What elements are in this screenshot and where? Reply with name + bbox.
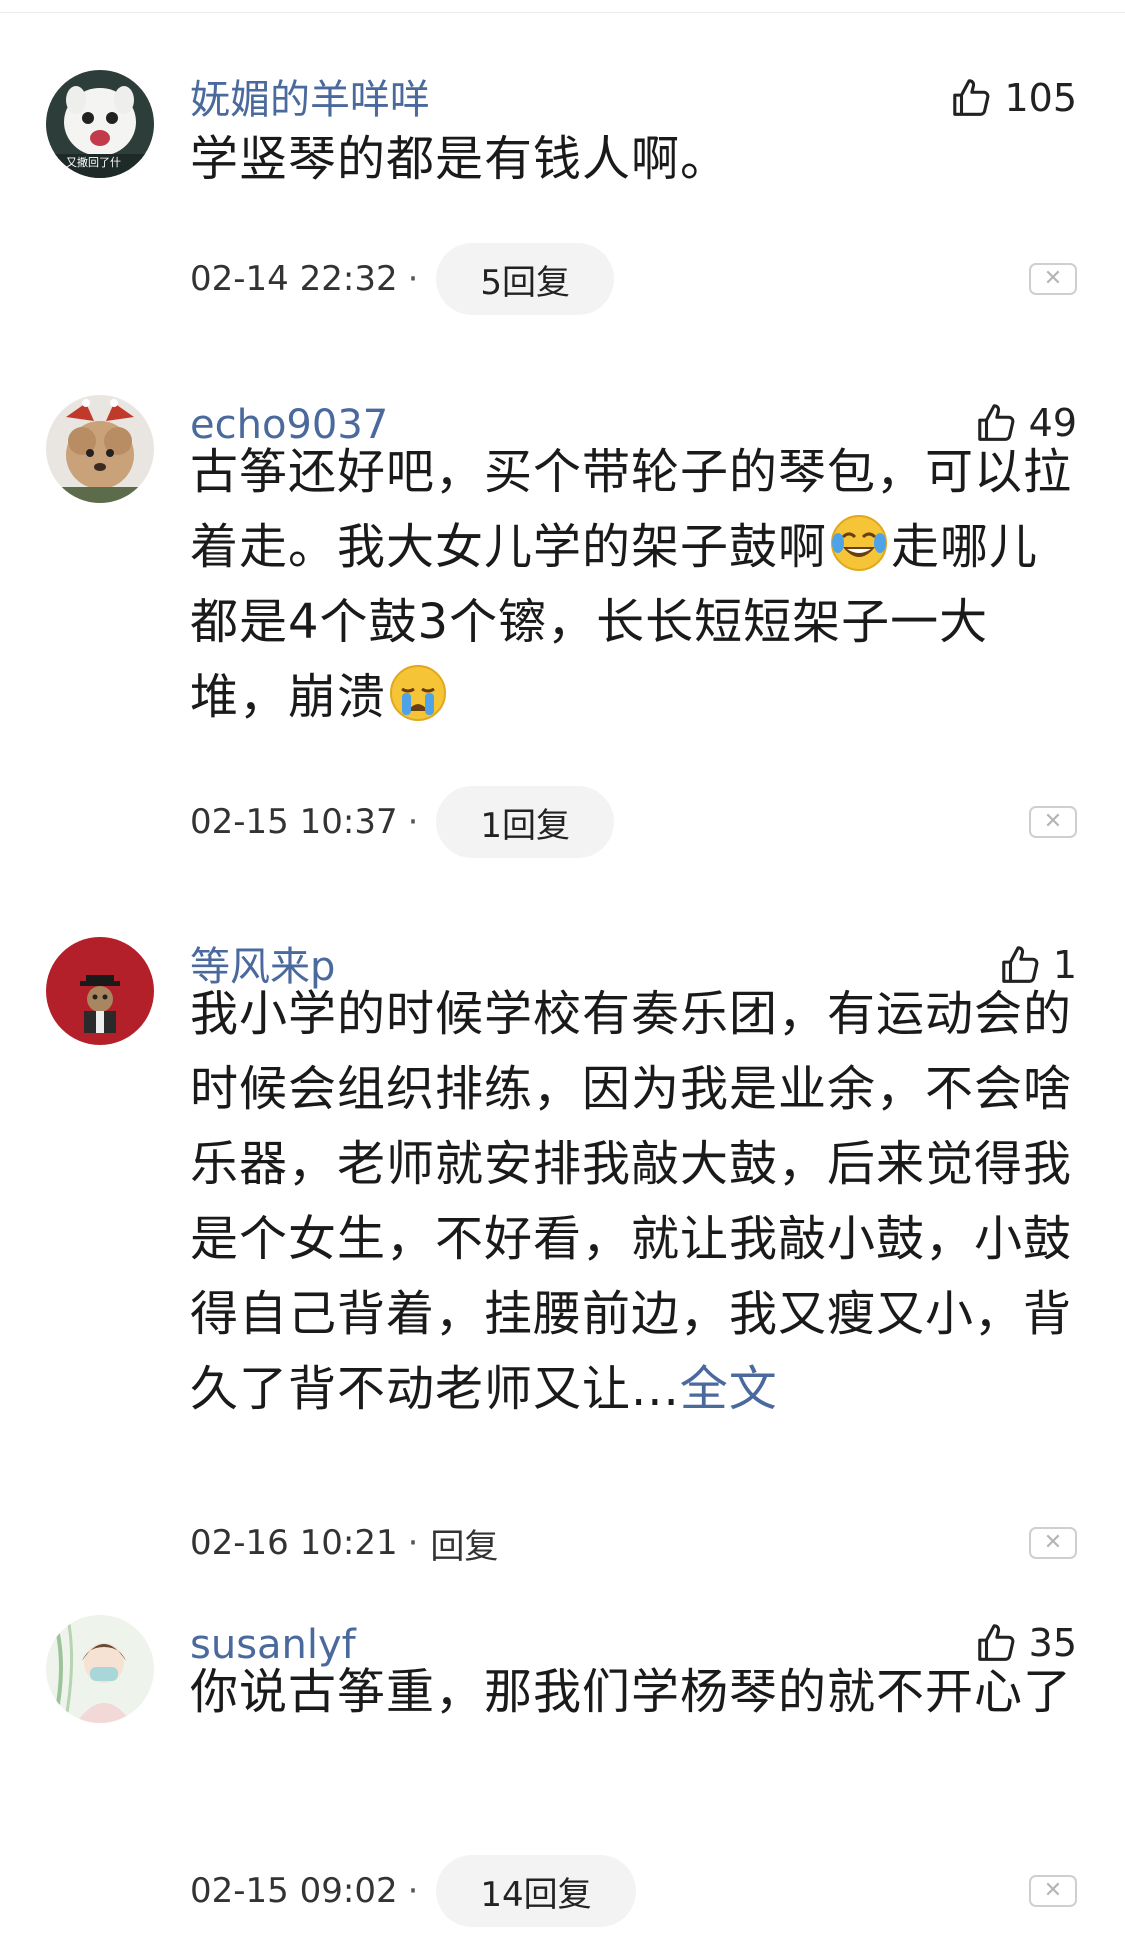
- comment-text: 我小学的时候学校有奏乐团，有运动会的时候会组织排练，因为我是业余，不会啥乐器，老…: [190, 977, 1080, 1427]
- timestamp: 02-15 09:02: [190, 1871, 398, 1911]
- timestamp: 02-15 10:37: [190, 802, 398, 842]
- separator-dot: ·: [407, 802, 419, 842]
- comment-text-body: 我小学的时候学校有奏乐团，有运动会的时候会组织排练，因为我是业余，不会啥乐器，老…: [190, 986, 1073, 1417]
- avatar-image: [46, 1615, 154, 1723]
- dismiss-button[interactable]: ✕: [1029, 1875, 1077, 1907]
- comment-meta: 02-15 10:37 · 1回复: [190, 786, 615, 858]
- reply-button[interactable]: 1回复: [436, 786, 615, 858]
- comment-text: 学竖琴的都是有钱人啊。: [190, 131, 730, 187]
- reply-button[interactable]: 回复: [430, 1519, 498, 1568]
- avatar-caption: 又撒回了什: [66, 156, 121, 169]
- username[interactable]: 妩媚的羊咩咩: [190, 76, 430, 124]
- avatar[interactable]: [46, 395, 154, 503]
- timestamp: 02-14 22:32: [190, 259, 398, 299]
- separator-dot: ·: [407, 1871, 419, 1911]
- top-divider: [0, 12, 1125, 13]
- reply-button[interactable]: 5回复: [436, 243, 615, 315]
- dismiss-button[interactable]: ✕: [1029, 806, 1077, 838]
- separator-dot: ·: [407, 1523, 419, 1563]
- thumbs-up-icon: [953, 79, 990, 116]
- dismiss-button[interactable]: ✕: [1029, 1527, 1077, 1559]
- reply-button[interactable]: 14回复: [436, 1855, 636, 1927]
- comment-text: 你说古筝重，那我们学杨琴的就不开心了: [190, 1664, 1073, 1720]
- face-with-tears-of-joy-emoji: [829, 513, 889, 573]
- avatar-image: [46, 937, 154, 1045]
- separator-dot: ·: [407, 259, 419, 299]
- avatar[interactable]: [46, 937, 154, 1045]
- like-button[interactable]: 105: [950, 72, 1077, 124]
- dismiss-button[interactable]: ✕: [1029, 263, 1077, 295]
- close-icon: ✕: [1043, 1530, 1063, 1555]
- comment-meta: 02-15 09:02 · 14回复: [190, 1855, 636, 1927]
- crying-face-emoji: [388, 663, 448, 723]
- close-icon: ✕: [1043, 266, 1063, 291]
- comment-meta: 02-16 10:21 · 回复: [190, 1507, 498, 1579]
- full-text-link[interactable]: 全文: [680, 1361, 778, 1417]
- avatar-image: [46, 395, 154, 503]
- close-icon: ✕: [1043, 1878, 1063, 1903]
- avatar[interactable]: [46, 1615, 154, 1723]
- avatar[interactable]: 又撒回了什: [46, 70, 154, 178]
- comment-text: 古筝还好吧，买个带轮子的琴包，可以拉着走。我大女儿学的架子鼓啊 走哪儿都是4个鼓3…: [190, 435, 1080, 735]
- timestamp: 02-16 10:21: [190, 1523, 398, 1563]
- comment-meta: 02-14 22:32 · 5回复: [190, 243, 615, 315]
- like-count: 105: [1004, 76, 1077, 120]
- close-icon: ✕: [1043, 809, 1063, 834]
